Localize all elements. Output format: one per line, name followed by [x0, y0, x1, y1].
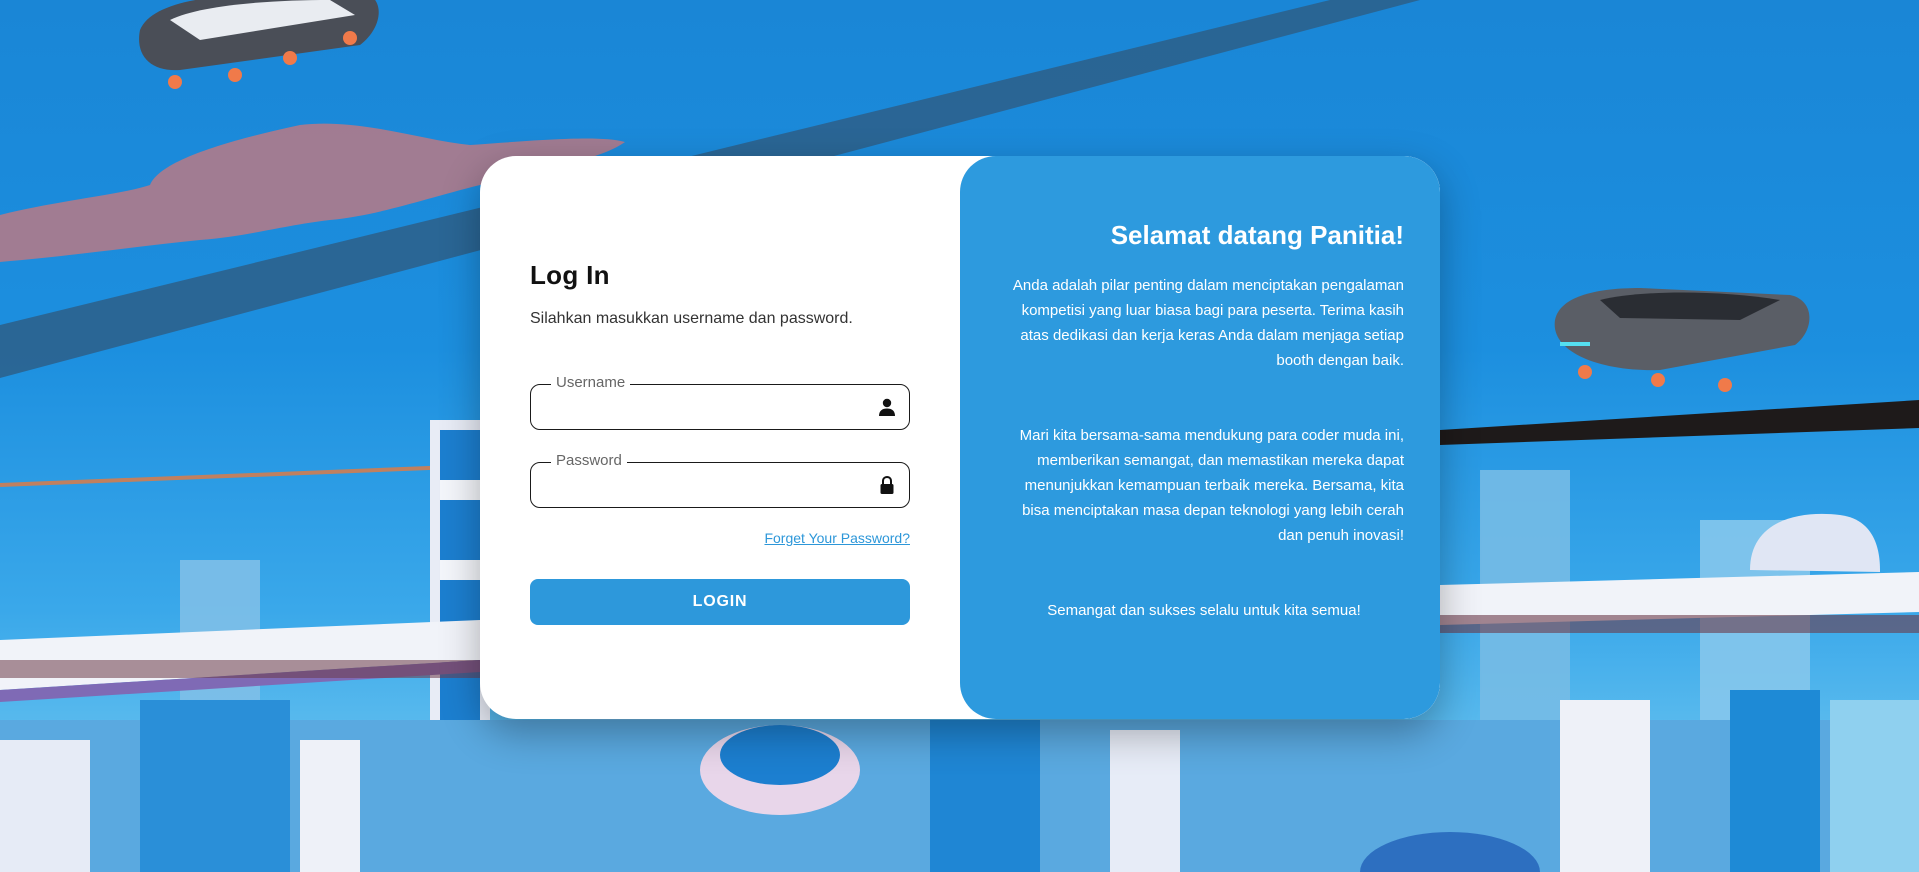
login-subtitle: Silahkan masukkan username dan password.: [530, 310, 853, 327]
login-button[interactable]: LOGIN: [530, 579, 910, 625]
username-label: Username: [551, 374, 631, 391]
password-input[interactable]: [545, 472, 849, 500]
lock-icon: [880, 475, 894, 494]
welcome-title: Selamat datang Panitia!: [1110, 220, 1404, 250]
user-icon: [879, 398, 895, 416]
password-label: Password: [551, 452, 627, 469]
cable-right: [1440, 400, 1919, 445]
forgot-password-link[interactable]: Forget Your Password?: [764, 530, 910, 546]
flying-car-right: [1554, 288, 1810, 392]
username-input[interactable]: [545, 394, 849, 422]
login-title: Log In: [530, 260, 610, 290]
cable-left: [0, 464, 481, 487]
welcome-paragraph-1: Anda adalah pilar penting dalam mencipta…: [1012, 277, 1404, 369]
password-field[interactable]: Password: [530, 452, 910, 508]
welcome-panel: Selamat datang Panitia! Anda adalah pila…: [960, 156, 1440, 719]
username-field[interactable]: Username: [530, 374, 910, 430]
welcome-paragraph-3: Semangat dan sukses selalu untuk kita se…: [1047, 602, 1361, 619]
welcome-paragraph-2: Mari kita bersama-sama mendukung para co…: [1019, 427, 1404, 544]
login-panel: Log In Silahkan masukkan username dan pa…: [530, 156, 910, 719]
flying-car-top: [139, 0, 379, 89]
login-card: Log In Silahkan masukkan username dan pa…: [480, 156, 1440, 719]
